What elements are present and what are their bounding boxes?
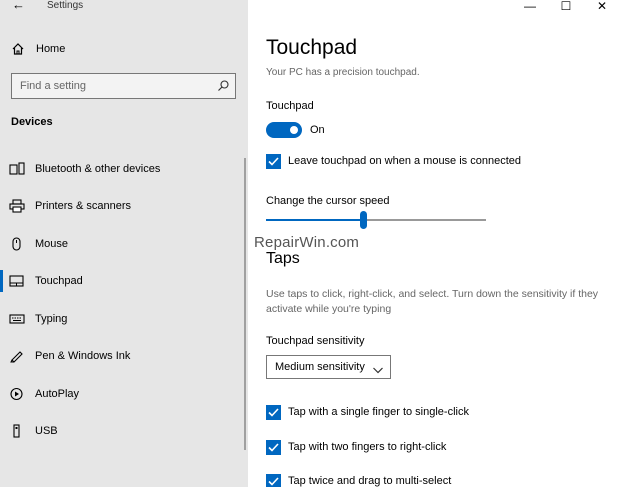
watermark: RepairWin.com [254,234,360,251]
maximize-button[interactable]: ☐ [548,0,584,14]
window-controls: — ☐ ✕ [512,0,620,14]
page-title: Touchpad [266,36,358,59]
usb-icon [9,424,25,438]
tap-right-click-checkbox[interactable] [266,440,281,455]
sidebar-item-label: Bluetooth & other devices [35,163,161,175]
touchpad-toggle[interactable] [266,122,302,138]
checkbox-label: Tap twice and drag to multi-select [288,475,452,487]
printer-icon [9,199,25,213]
slider-fill [266,219,363,221]
sidebar-item-label: Pen & Windows Ink [35,350,131,362]
app-title: Settings [47,0,84,11]
sidebar-item-bluetooth[interactable]: Bluetooth & other devices [0,154,244,184]
mouse-icon [9,237,25,251]
tap-drag-multiselect-checkbox[interactable] [266,474,281,487]
sidebar-item-typing[interactable]: Typing [0,304,244,334]
autoplay-icon [9,387,25,401]
sensitivity-select[interactable]: Medium sensitivity [266,355,391,379]
taps-heading: Taps [266,250,300,267]
checkbox-label: Leave touchpad on when a mouse is connec… [288,155,521,167]
sidebar-item-label: AutoPlay [35,388,80,400]
main-content: — ☐ ✕ Touchpad Your PC has a precision t… [248,0,620,487]
sidebar-item-mouse[interactable]: Mouse [0,229,244,259]
titlebar-left: ← Settings [0,0,248,14]
sensitivity-label: Touchpad sensitivity [266,335,365,347]
home-label: Home [36,43,66,55]
tap-single-click-checkbox[interactable] [266,405,281,420]
sidebar-scrollbar[interactable] [244,158,246,450]
home-icon [11,42,25,56]
cursor-speed-slider[interactable] [266,211,486,231]
checkbox-label: Tap with a single finger to single-click [288,406,469,418]
page-subtitle: Your PC has a precision touchpad. [266,67,420,78]
sidebar-item-printers[interactable]: Printers & scanners [0,191,244,221]
taps-description: Use taps to click, right-click, and sele… [266,288,599,315]
search-input[interactable] [12,74,212,97]
sidebar-item-pen[interactable]: Pen & Windows Ink [0,341,244,371]
sensitivity-value: Medium sensitivity [275,361,365,373]
back-arrow-icon[interactable]: ← [12,0,25,12]
search-icon[interactable] [217,79,230,92]
sidebar-item-label: USB [35,425,58,437]
sidebar: ← Settings Home Devices Bluetooth & othe… [0,0,248,487]
sidebar-item-label: Mouse [35,238,69,250]
sidebar-item-usb[interactable]: USB [0,416,244,446]
leave-touchpad-on-checkbox[interactable] [266,154,281,169]
sidebar-item-label: Touchpad [35,275,83,287]
close-button[interactable]: ✕ [584,0,620,14]
sidebar-item-autoplay[interactable]: AutoPlay [0,379,244,409]
sidebar-item-label: Typing [35,313,68,325]
sidebar-item-touchpad[interactable]: Touchpad [0,266,244,296]
touchpad-label: Touchpad [266,100,314,112]
toggle-knob [290,126,298,134]
touchpad-icon [9,274,25,288]
toggle-state-label: On [310,124,325,136]
sidebar-item-label: Printers & scanners [35,200,131,212]
pen-icon [9,349,25,363]
slider-thumb[interactable] [359,211,367,229]
selection-indicator [0,270,3,292]
chevron-down-icon [372,362,384,374]
cursor-speed-label: Change the cursor speed [266,195,390,207]
search-box[interactable] [11,73,236,99]
checkbox-label: Tap with two fingers to right-click [288,441,447,453]
bluetooth-icon [9,162,25,176]
nav-home[interactable]: Home [0,36,248,64]
minimize-button[interactable]: — [512,0,548,14]
devices-heading: Devices [11,116,53,128]
keyboard-icon [9,312,25,326]
